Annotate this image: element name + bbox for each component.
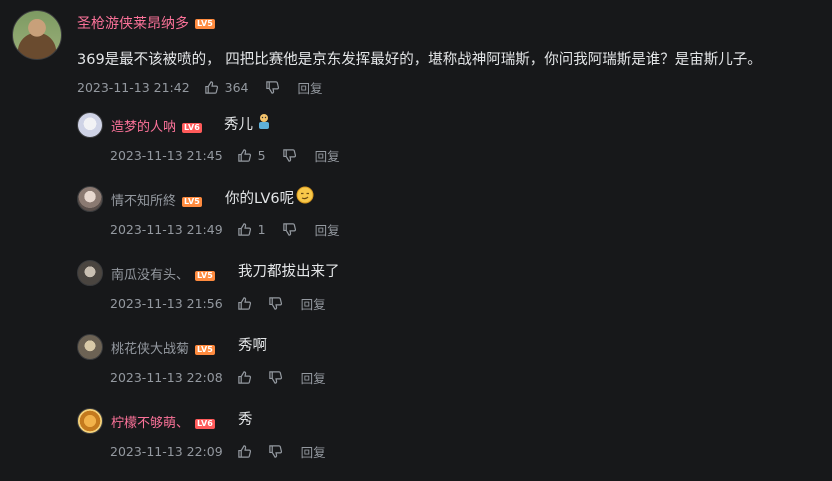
- username-text[interactable]: 桃花侠大战菊: [111, 342, 189, 357]
- like-button[interactable]: [237, 370, 252, 385]
- reply-item: 南瓜没有头、 LV5 我刀都拔出来了 2023-11-13 21:56 回复: [77, 260, 817, 330]
- avatar[interactable]: [77, 334, 103, 360]
- like-count: 364: [224, 80, 249, 95]
- reply-meta: 2023-11-13 22:09 回复: [110, 442, 326, 461]
- username-text[interactable]: 南瓜没有头、: [111, 268, 189, 283]
- dislike-button[interactable]: [268, 444, 283, 459]
- level-badge: LV6: [182, 122, 202, 133]
- dislike-button[interactable]: [282, 222, 297, 237]
- thumbs-up-icon: [237, 149, 251, 162]
- username-text[interactable]: 造梦的人呐: [111, 120, 176, 135]
- username-text[interactable]: 情不知所終: [111, 194, 176, 209]
- reply-username[interactable]: 柠檬不够萌、 LV6: [111, 412, 215, 431]
- reply-text-content: 秀儿: [224, 116, 253, 133]
- username-text[interactable]: 柠檬不够萌、: [111, 416, 189, 431]
- like-button[interactable]: 1: [237, 222, 266, 237]
- thumbs-down-icon: [265, 81, 279, 94]
- avatar[interactable]: [77, 112, 103, 138]
- username-text[interactable]: 圣枪游侠莱昂纳多: [77, 16, 189, 32]
- thumbs-down-icon: [268, 297, 282, 310]
- reply-item: 桃花侠大战菊 LV5 秀啊 2023-11-13 22:08 回复: [77, 334, 817, 404]
- reply-text-content: 秀: [238, 412, 253, 428]
- reply-time: 2023-11-13 22:09: [110, 444, 223, 459]
- reply-item: 柠檬不够萌、 LV6 秀 2023-11-13 22:09 回复: [77, 408, 817, 478]
- reply-time: 2023-11-13 21:45: [110, 148, 223, 163]
- reply-meta: 2023-11-13 21:45 5 回复: [110, 146, 340, 165]
- dislike-button[interactable]: [268, 370, 283, 385]
- reply-button[interactable]: 回复: [301, 368, 326, 387]
- reply-text-content: 我刀都拔出来了: [238, 264, 340, 280]
- reply-username[interactable]: 南瓜没有头、 LV5: [111, 264, 215, 283]
- thumbs-down-icon: [268, 371, 282, 384]
- level-badge: LV5: [195, 270, 215, 281]
- dislike-button[interactable]: [268, 296, 283, 311]
- reply-button[interactable]: 回复: [315, 146, 340, 165]
- avatar[interactable]: [77, 260, 103, 286]
- thumbs-down-icon: [282, 149, 296, 162]
- reply-button[interactable]: 回复: [301, 294, 326, 313]
- reply-button[interactable]: 回复: [315, 220, 340, 239]
- reply-text: 秀: [238, 408, 253, 429]
- thumbs-up-icon: [237, 371, 251, 384]
- reply-meta: 2023-11-13 21:49 1 回复: [110, 220, 340, 239]
- reply-time: 2023-11-13 21:56: [110, 296, 223, 311]
- reply-button[interactable]: 回复: [298, 78, 323, 97]
- like-button[interactable]: [237, 444, 252, 459]
- reply-text-content: 秀啊: [238, 338, 267, 354]
- dislike-button[interactable]: [265, 80, 280, 95]
- like-count: 1: [257, 222, 266, 237]
- reply-username[interactable]: 桃花侠大战菊 LV5: [111, 338, 215, 357]
- main-username[interactable]: 圣枪游侠莱昂纳多 LV5: [77, 13, 215, 33]
- dislike-button[interactable]: [282, 148, 297, 163]
- reply-item: 情不知所終 LV5 你的LV6呢 2023-11-13 21:49 1 回复: [77, 186, 817, 256]
- reply-meta: 2023-11-13 21:56 回复: [110, 294, 326, 313]
- reply-text: 秀儿: [224, 112, 273, 134]
- person-emoji: [255, 112, 273, 134]
- level-badge: LV5: [182, 196, 202, 207]
- comment-time: 2023-11-13 21:42: [77, 80, 190, 95]
- comment-meta: 2023-11-13 21:42 364 回复: [77, 78, 323, 97]
- comment-text: 369是最不该被喷的， 四把比赛他是京东发挥最好的，堪称战神阿瑞斯，你问我阿瑞斯…: [77, 52, 762, 68]
- reply-time: 2023-11-13 22:08: [110, 370, 223, 385]
- thumbs-down-icon: [282, 223, 296, 236]
- reply-time: 2023-11-13 21:49: [110, 222, 223, 237]
- thumbs-up-icon: [204, 81, 218, 94]
- reply-text-content: 你的LV6呢: [225, 190, 295, 207]
- avatar[interactable]: [12, 10, 62, 60]
- reply-text: 我刀都拔出来了: [238, 260, 340, 281]
- avatar[interactable]: [77, 408, 103, 434]
- reply-button[interactable]: 回复: [301, 442, 326, 461]
- reply-username[interactable]: 情不知所終 LV5: [111, 190, 202, 209]
- like-button[interactable]: 364: [204, 80, 249, 95]
- level-badge: LV5: [195, 19, 215, 29]
- level-badge: LV5: [195, 344, 215, 355]
- reply-text: 你的LV6呢: [225, 186, 314, 208]
- level-badge: LV6: [195, 418, 215, 429]
- avatar[interactable]: [77, 186, 103, 212]
- like-button[interactable]: [237, 296, 252, 311]
- like-button[interactable]: 5: [237, 148, 266, 163]
- thumbs-up-icon: [237, 223, 251, 236]
- thumbs-up-icon: [237, 445, 251, 458]
- reply-username[interactable]: 造梦的人呐 LV6: [111, 116, 202, 135]
- reply-item: 造梦的人呐 LV6 秀儿 2023-11-13 21:45 5 回复: [77, 112, 817, 182]
- thumbs-up-icon: [237, 297, 251, 310]
- thumbs-down-icon: [268, 445, 282, 458]
- like-count: 5: [257, 148, 266, 163]
- reply-text: 秀啊: [238, 334, 267, 355]
- smirk-emoji: [296, 186, 314, 208]
- reply-meta: 2023-11-13 22:08 回复: [110, 368, 326, 387]
